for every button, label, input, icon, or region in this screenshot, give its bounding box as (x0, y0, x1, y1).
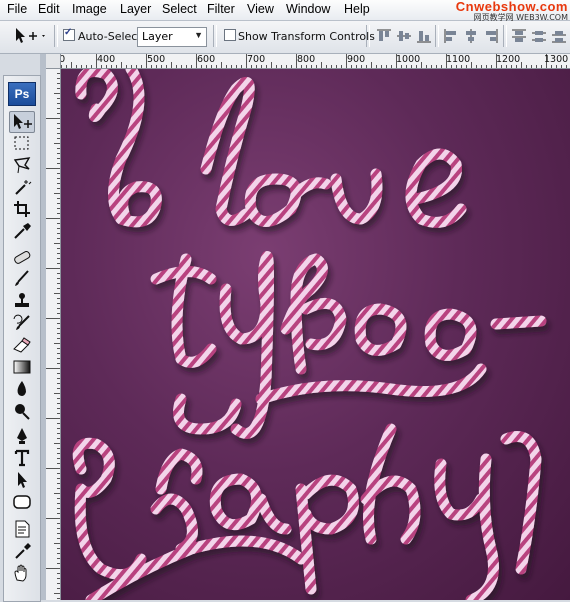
hand-icon (14, 564, 27, 582)
align-horizontal-centers-icon[interactable] (463, 28, 479, 44)
ruler-ticks (46, 68, 60, 599)
eyedropper-icon (14, 223, 31, 239)
path-selection-tool[interactable] (10, 470, 34, 490)
clone-stamp-tool[interactable] (10, 291, 34, 311)
horizontal-ruler[interactable]: 300 400 500 600 700 800 900 1000 1100 12… (46, 54, 570, 69)
distribute-vertical-centers-icon[interactable] (531, 28, 547, 44)
ruler-label: 600 (197, 54, 216, 65)
lasso-tool[interactable] (10, 155, 34, 175)
type-icon (14, 449, 30, 467)
move-tool-icon (14, 114, 32, 129)
marquee-icon (14, 136, 29, 150)
vertical-ruler[interactable] (46, 68, 61, 600)
auto-select-target-dropdown[interactable]: Layer ▼ (137, 27, 207, 47)
menu-filter[interactable]: Filter (207, 2, 235, 16)
notes-tool[interactable] (10, 519, 34, 539)
candy-cane-typography-artwork (72, 69, 547, 600)
blur-tool[interactable] (10, 379, 34, 399)
align-right-edges-icon[interactable] (483, 28, 499, 44)
options-separator (503, 25, 507, 47)
brush-tool[interactable] (10, 269, 34, 289)
eyedropper-tool-2[interactable] (10, 541, 34, 561)
dodge-icon (15, 404, 30, 420)
align-vertical-centers-icon[interactable] (396, 28, 412, 44)
ruler-label: 700 (247, 54, 266, 65)
pen-tool[interactable] (10, 426, 34, 446)
eyedropper-icon (15, 543, 31, 559)
watermark: Cnwebshow.com 网页教学网 WEB3W.COM (456, 0, 568, 22)
pen-icon (17, 428, 27, 444)
watermark-title: Cnwebshow.com (455, 0, 568, 14)
chevron-down-icon: ▼ (194, 30, 203, 40)
align-top-edges-icon[interactable] (376, 28, 392, 44)
document-canvas[interactable] (61, 69, 570, 600)
menu-layer[interactable]: Layer (120, 2, 151, 16)
healing-brush-tool[interactable] (10, 247, 34, 267)
bandage-icon (14, 251, 31, 264)
blur-icon (17, 381, 26, 396)
eraser-icon (13, 337, 31, 353)
type-tool[interactable] (10, 448, 34, 468)
distribute-bottom-edges-icon[interactable] (551, 28, 567, 44)
options-separator (213, 25, 217, 47)
crop-icon (14, 201, 30, 217)
ruler-corner (46, 54, 61, 69)
lasso-icon (13, 157, 31, 174)
ruler-label: 900 (347, 54, 366, 65)
path-selection-icon (18, 472, 27, 488)
menu-image[interactable]: Image (72, 2, 107, 16)
distribute-top-edges-icon[interactable] (511, 28, 527, 44)
menu-file[interactable]: File (7, 2, 27, 16)
dodge-tool[interactable] (10, 401, 34, 421)
options-separator (435, 25, 439, 47)
menu-view[interactable]: View (247, 2, 274, 16)
hand-tool[interactable] (10, 563, 34, 583)
ruler-label: 1100 (446, 54, 471, 65)
show-transform-controls-checkbox[interactable] (224, 29, 236, 41)
menu-edit[interactable]: Edit (38, 2, 60, 16)
tool-preset-picker[interactable] (12, 26, 48, 46)
ruler-label: 500 (147, 54, 166, 65)
history-brush-tool[interactable] (10, 313, 34, 333)
ps-logo[interactable]: Ps (8, 82, 36, 106)
magic-wand-tool[interactable] (10, 177, 34, 197)
crop-tool[interactable] (10, 199, 34, 219)
menu-help[interactable]: Help (344, 2, 370, 16)
ruler-label: 400 (97, 54, 116, 65)
align-left-edges-icon[interactable] (443, 28, 459, 44)
brush-icon (15, 270, 29, 286)
ruler-label: 1000 (396, 54, 421, 65)
note-icon (15, 520, 30, 538)
gradient-icon (13, 360, 31, 374)
auto-select-checkbox[interactable] (63, 27, 75, 41)
history-brush-icon (13, 314, 30, 330)
ruler-label: 800 (297, 54, 316, 65)
gradient-tool[interactable] (10, 357, 34, 377)
menu-window[interactable]: Window (286, 2, 330, 16)
ruler-label: 1200 (496, 54, 521, 65)
ruler-label: 1300 (544, 54, 569, 65)
menu-select[interactable]: Select (162, 2, 197, 16)
rounded-rectangle-icon (13, 495, 31, 509)
options-separator (54, 25, 58, 47)
options-separator (366, 25, 370, 47)
shape-tool[interactable] (10, 492, 34, 512)
align-bottom-edges-icon[interactable] (416, 28, 432, 44)
auto-select-target-value: Layer (142, 30, 173, 43)
stamp-icon (15, 293, 29, 307)
eraser-tool[interactable] (10, 335, 34, 355)
move-tool-icon (16, 28, 45, 43)
eyedropper-tool[interactable] (10, 221, 34, 241)
move-tool[interactable] (9, 111, 35, 133)
marquee-tool[interactable] (10, 133, 34, 153)
options-bar: Auto-Select: Layer ▼ Show Transform Cont… (0, 21, 570, 54)
magic-wand-icon (15, 180, 32, 195)
show-transform-controls-label: Show Transform Controls (238, 30, 375, 43)
auto-select-label: Auto-Select: (78, 30, 146, 43)
menu-bar: File Edit Image Layer Select Filter View… (0, 0, 570, 22)
toolbox: Ps (3, 75, 41, 602)
